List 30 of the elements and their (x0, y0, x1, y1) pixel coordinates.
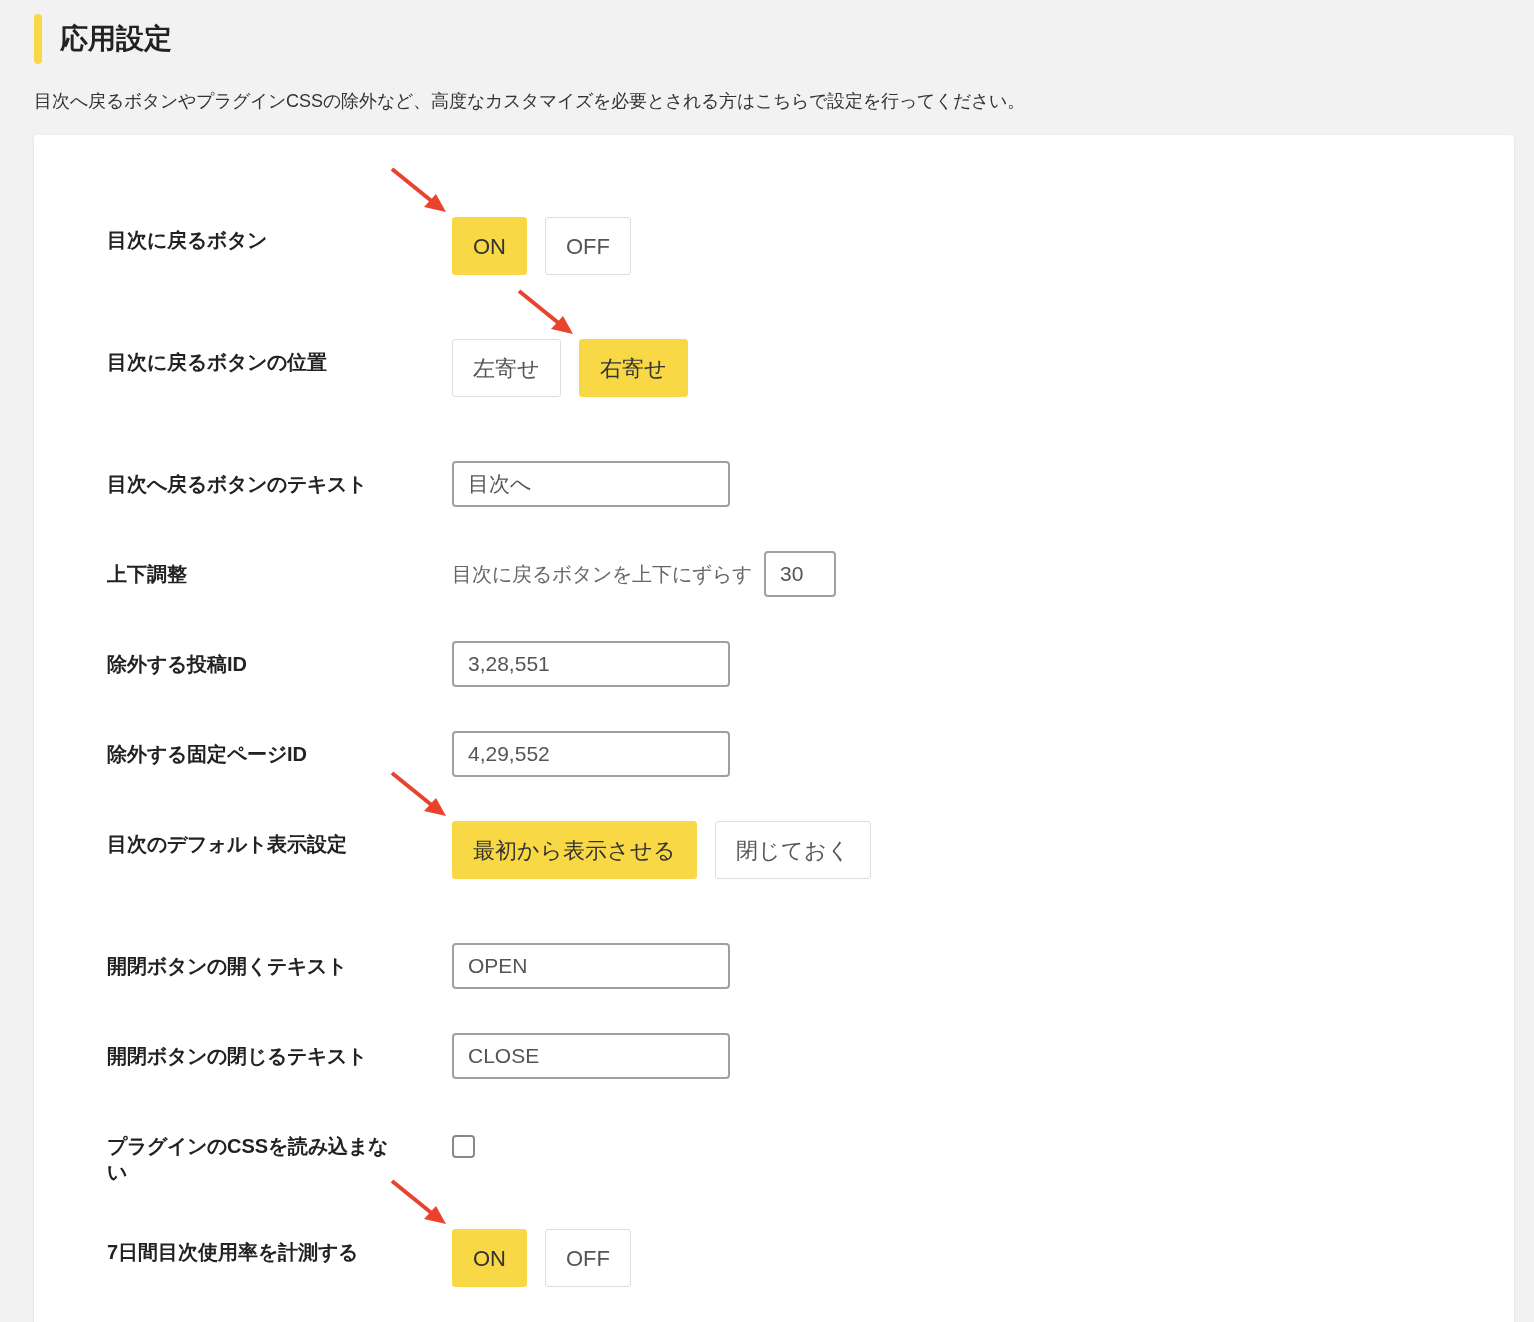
setting-label: 上下調整 (107, 562, 188, 587)
option-button[interactable]: 最初から表示させる (452, 821, 697, 879)
setting-label: 目次に戻るボタンの位置 (107, 350, 328, 375)
text-input-field[interactable]: OPEN (452, 943, 730, 989)
checkbox[interactable] (452, 1135, 475, 1158)
option-button[interactable]: ON (452, 1229, 527, 1287)
setting-label: 除外する固定ページID (107, 742, 308, 767)
setting-label: 7日間目次使用率を計測する (107, 1240, 360, 1265)
section-title: 応用設定 (60, 22, 172, 56)
setting-label: 目次へ戻るボタンのテキスト (107, 472, 368, 497)
setting-label: 開閉ボタンの開くテキスト (107, 954, 348, 979)
option-button[interactable]: 右寄せ (579, 339, 688, 397)
setting-label: プラグインのCSSを読み込まない (107, 1134, 390, 1185)
number-input-field[interactable]: 30 (764, 551, 836, 597)
text-input-field[interactable]: CLOSE (452, 1033, 730, 1079)
setting-label: 目次のデフォルト表示設定 (107, 832, 348, 857)
setting-label: 開閉ボタンの閉じるテキスト (107, 1044, 368, 1069)
option-button[interactable]: 左寄せ (452, 339, 561, 397)
setting-label: 除外する投稿ID (107, 652, 248, 677)
setting-label: 目次に戻るボタン (107, 228, 268, 253)
accent-bar (34, 14, 42, 64)
option-button[interactable]: ON (452, 217, 527, 275)
adjust-description: 目次に戻るボタンを上下にずらす (452, 562, 752, 587)
text-input-field[interactable]: 目次へ (452, 461, 730, 507)
text-input-field[interactable]: 4,29,552 (452, 731, 730, 777)
option-button[interactable]: 閉じておく (715, 821, 871, 879)
section-description: 目次へ戻るボタンやプラグインCSSの除外など、高度なカスタマイズを必要とされる方はこちらで設定を行ってください。 (34, 90, 1026, 113)
option-button[interactable]: OFF (545, 217, 631, 275)
text-input-field[interactable]: 3,28,551 (452, 641, 730, 687)
option-button[interactable]: OFF (545, 1229, 631, 1287)
